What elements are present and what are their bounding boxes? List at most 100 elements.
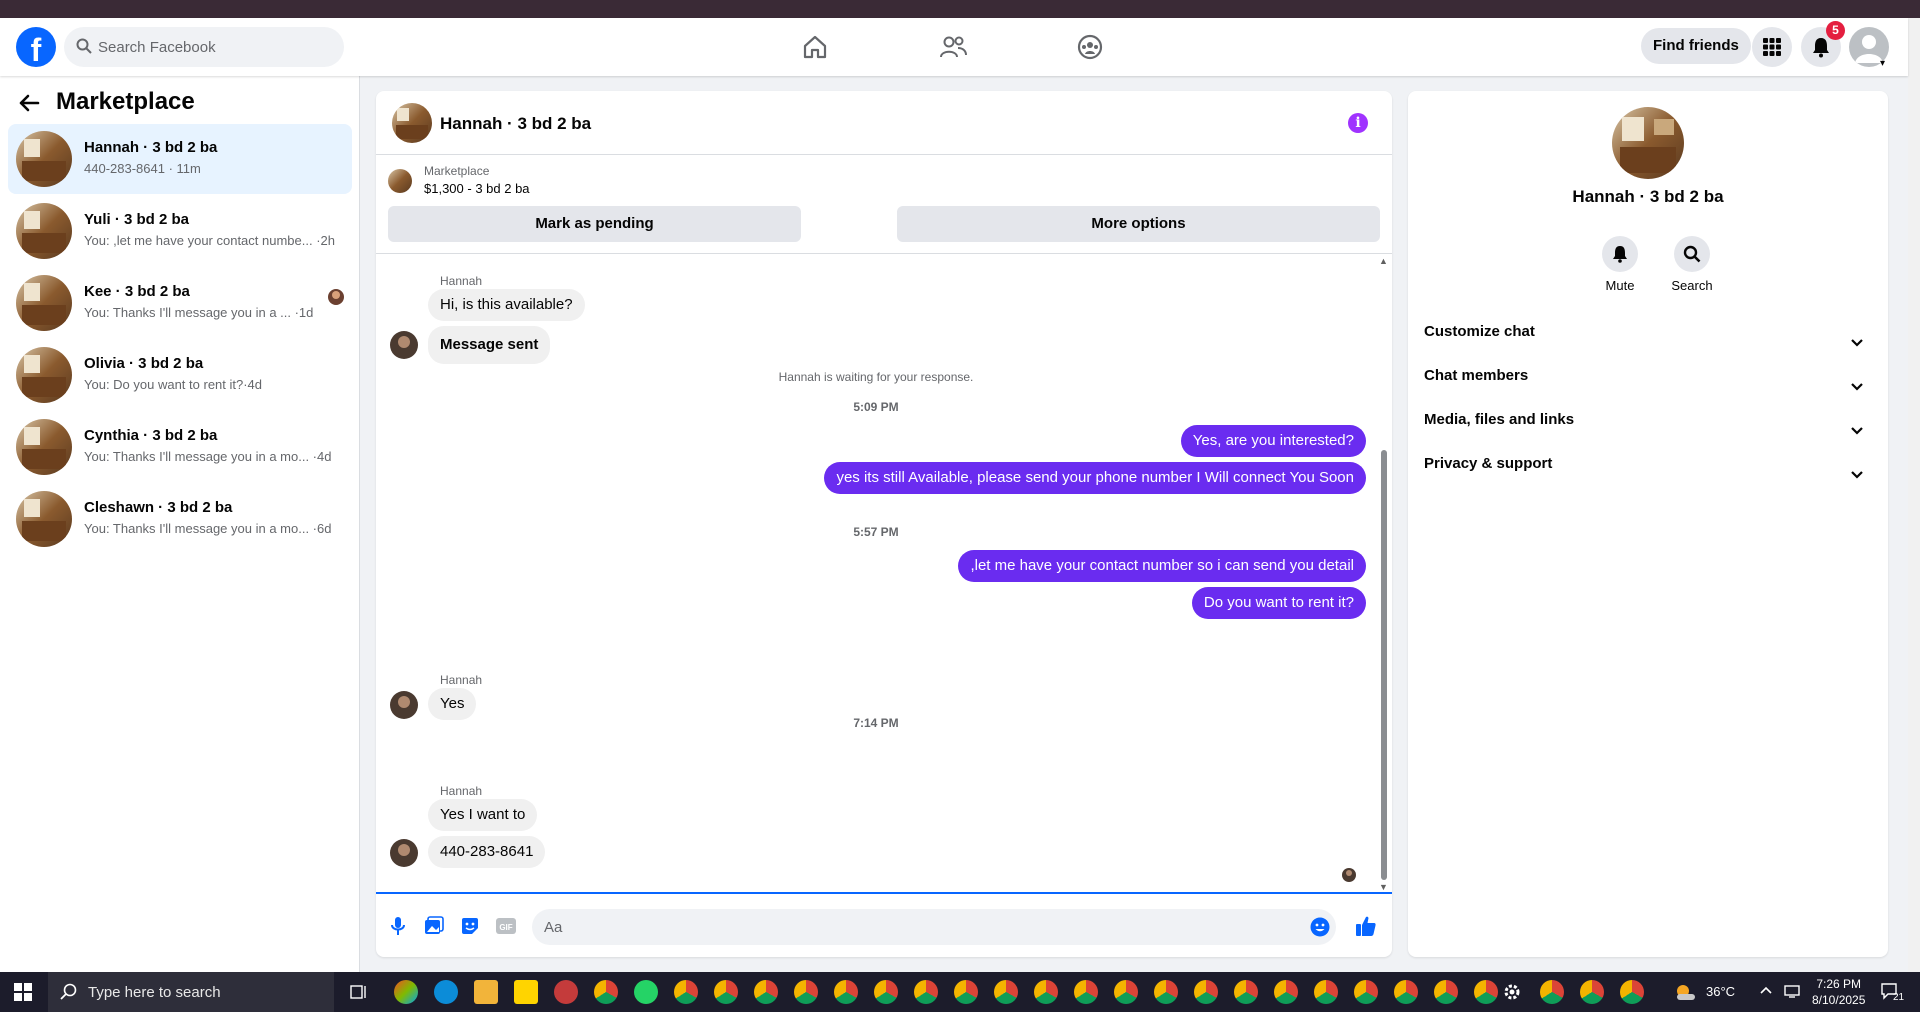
file-explorer-icon[interactable]	[474, 980, 498, 1004]
whatsapp-app-icon[interactable]	[634, 980, 658, 1004]
network-icon[interactable]	[1784, 984, 1800, 1003]
info-icon[interactable]: i	[1348, 113, 1368, 133]
page-scrollbar[interactable]	[1908, 18, 1920, 972]
mute-button[interactable]: Mute	[1590, 236, 1650, 293]
scrollbar-thumb[interactable]	[1381, 450, 1387, 880]
incoming-message[interactable]: 440-283-8641	[428, 836, 546, 868]
chrome-app-icon[interactable]	[1274, 980, 1298, 1004]
chrome-app-icon[interactable]	[714, 980, 738, 1004]
sender-avatar[interactable]	[390, 691, 418, 719]
chrome-app-icon[interactable]	[794, 980, 818, 1004]
listing-small-thumbnail[interactable]	[388, 169, 412, 193]
chrome-app-icon[interactable]	[1540, 980, 1564, 1004]
chrome-app-icon[interactable]	[1580, 980, 1604, 1004]
chrome-app-icon[interactable]	[1620, 980, 1644, 1004]
windows-start-icon[interactable]	[14, 983, 32, 1006]
chrome-app-icon[interactable]	[914, 980, 938, 1004]
taskbar-search-input[interactable]	[88, 972, 328, 1012]
chat-members-section[interactable]: Chat members	[1424, 358, 1872, 394]
customize-chat-section[interactable]: Customize chat	[1424, 314, 1872, 350]
task-view-icon[interactable]	[350, 983, 368, 1006]
copilot-app-icon[interactable]	[394, 980, 418, 1004]
temperature[interactable]: 36°C	[1706, 984, 1735, 999]
chrome-app-icon[interactable]	[1434, 980, 1458, 1004]
message-input[interactable]	[544, 909, 1284, 945]
chrome-app-icon[interactable]	[1474, 980, 1498, 1004]
chrome-app-icon[interactable]	[874, 980, 898, 1004]
search-bar[interactable]	[64, 27, 344, 67]
chrome-app-icon[interactable]	[1114, 980, 1138, 1004]
facebook-logo-icon[interactable]: f	[16, 27, 56, 67]
microphone-icon[interactable]	[386, 914, 410, 938]
chat-title[interactable]: Hannah · 3 bd 2 ba	[440, 114, 591, 134]
read-receipt-avatar	[1342, 868, 1356, 882]
privacy-support-section[interactable]: Privacy & support	[1424, 446, 1872, 482]
conversation-item[interactable]: Cynthia · 3 bd 2 ba You: Thanks I'll mes…	[8, 412, 352, 482]
thread-scrollbar[interactable]: ▲ ▼	[1377, 254, 1391, 892]
groups-icon[interactable]	[1075, 32, 1105, 62]
conversation-item[interactable]: Yuli · 3 bd 2 ba You: ,let me have your …	[8, 196, 352, 266]
chevron-up-icon[interactable]	[1760, 984, 1772, 1002]
chrome-app-icon[interactable]	[834, 980, 858, 1004]
scroll-down-arrow-icon[interactable]: ▼	[1379, 882, 1388, 892]
incoming-message[interactable]: Yes I want to	[428, 799, 538, 831]
conversation-item[interactable]: Hannah · 3 bd 2 ba 440-283-8641 · 11m	[8, 124, 352, 194]
conversation-item[interactable]: Cleshawn · 3 bd 2 ba You: Thanks I'll me…	[8, 484, 352, 554]
chrome-app-icon[interactable]	[1354, 980, 1378, 1004]
chrome-app-icon[interactable]	[594, 980, 618, 1004]
chrome-app-icon[interactable]	[1234, 980, 1258, 1004]
mute-label: Mute	[1605, 278, 1635, 293]
gif-icon[interactable]: GIF	[494, 914, 518, 938]
friends-icon[interactable]	[938, 32, 968, 62]
conversation-item[interactable]: Olivia · 3 bd 2 ba You: Do you want to r…	[8, 340, 352, 410]
app-icon[interactable]	[554, 980, 578, 1004]
scroll-up-arrow-icon[interactable]: ▲	[1379, 256, 1388, 266]
outgoing-message[interactable]: yes its still Available, please send you…	[824, 462, 1366, 494]
search-input[interactable]	[98, 27, 338, 67]
listing-large-thumbnail[interactable]	[1612, 107, 1684, 179]
back-arrow-icon[interactable]	[18, 92, 40, 119]
sticky-notes-icon[interactable]	[514, 980, 538, 1004]
find-friends-button[interactable]: Find friends	[1641, 28, 1751, 64]
sticker-icon[interactable]	[458, 914, 482, 938]
mark-as-pending-button[interactable]: Mark as pending	[388, 206, 801, 242]
sender-avatar[interactable]	[390, 839, 418, 867]
incoming-message[interactable]: Hi, is this available?	[428, 289, 585, 321]
edge-app-icon[interactable]	[434, 980, 458, 1004]
photo-icon[interactable]	[422, 914, 446, 938]
chevron-down-icon	[1850, 458, 1864, 494]
home-icon[interactable]	[800, 32, 830, 62]
chrome-app-icon[interactable]	[1314, 980, 1338, 1004]
incoming-message[interactable]: Message sent	[428, 326, 551, 364]
chat-listing-thumbnail[interactable]	[392, 103, 432, 143]
chrome-app-icon[interactable]	[1074, 980, 1098, 1004]
thumbs-up-icon[interactable]	[1354, 914, 1378, 938]
media-files-links-section[interactable]: Media, files and links	[1424, 402, 1872, 438]
chrome-app-icon[interactable]	[674, 980, 698, 1004]
emoji-icon[interactable]	[1310, 917, 1330, 942]
chrome-app-icon[interactable]	[994, 980, 1018, 1004]
account-chevron-icon[interactable]: ▾	[1880, 58, 1885, 69]
taskbar-search[interactable]	[48, 972, 334, 1012]
sender-avatar[interactable]	[390, 331, 418, 359]
listing-price[interactable]: $1,300 - 3 bd 2 ba	[424, 181, 530, 196]
chrome-app-icon[interactable]	[1394, 980, 1418, 1004]
menu-grid-icon[interactable]	[1752, 27, 1792, 67]
system-clock[interactable]: 7:26 PM 8/10/2025	[1812, 976, 1865, 1008]
outgoing-message[interactable]: ,let me have your contact number so i ca…	[958, 550, 1366, 582]
chrome-app-icon[interactable]	[1194, 980, 1218, 1004]
message-input-box[interactable]	[532, 909, 1336, 945]
weather-icon[interactable]	[1674, 982, 1696, 1007]
chrome-app-icon[interactable]	[1034, 980, 1058, 1004]
more-options-button[interactable]: More options	[897, 206, 1380, 242]
settings-gear-icon[interactable]	[1502, 982, 1522, 1007]
outgoing-message[interactable]: Yes, are you interested?	[1180, 425, 1366, 457]
chat-header: Hannah · 3 bd 2 ba i	[376, 91, 1392, 155]
chrome-app-icon[interactable]	[1154, 980, 1178, 1004]
search-in-chat-button[interactable]: Search	[1662, 236, 1722, 293]
chrome-app-icon[interactable]	[754, 980, 778, 1004]
message-thread[interactable]: Hannah Hi, is this available? Message se…	[376, 253, 1392, 894]
outgoing-message[interactable]: Do you want to rent it?	[1191, 587, 1366, 619]
conversation-item[interactable]: Kee · 3 bd 2 ba You: Thanks I'll message…	[8, 268, 352, 338]
chrome-app-icon[interactable]	[954, 980, 978, 1004]
